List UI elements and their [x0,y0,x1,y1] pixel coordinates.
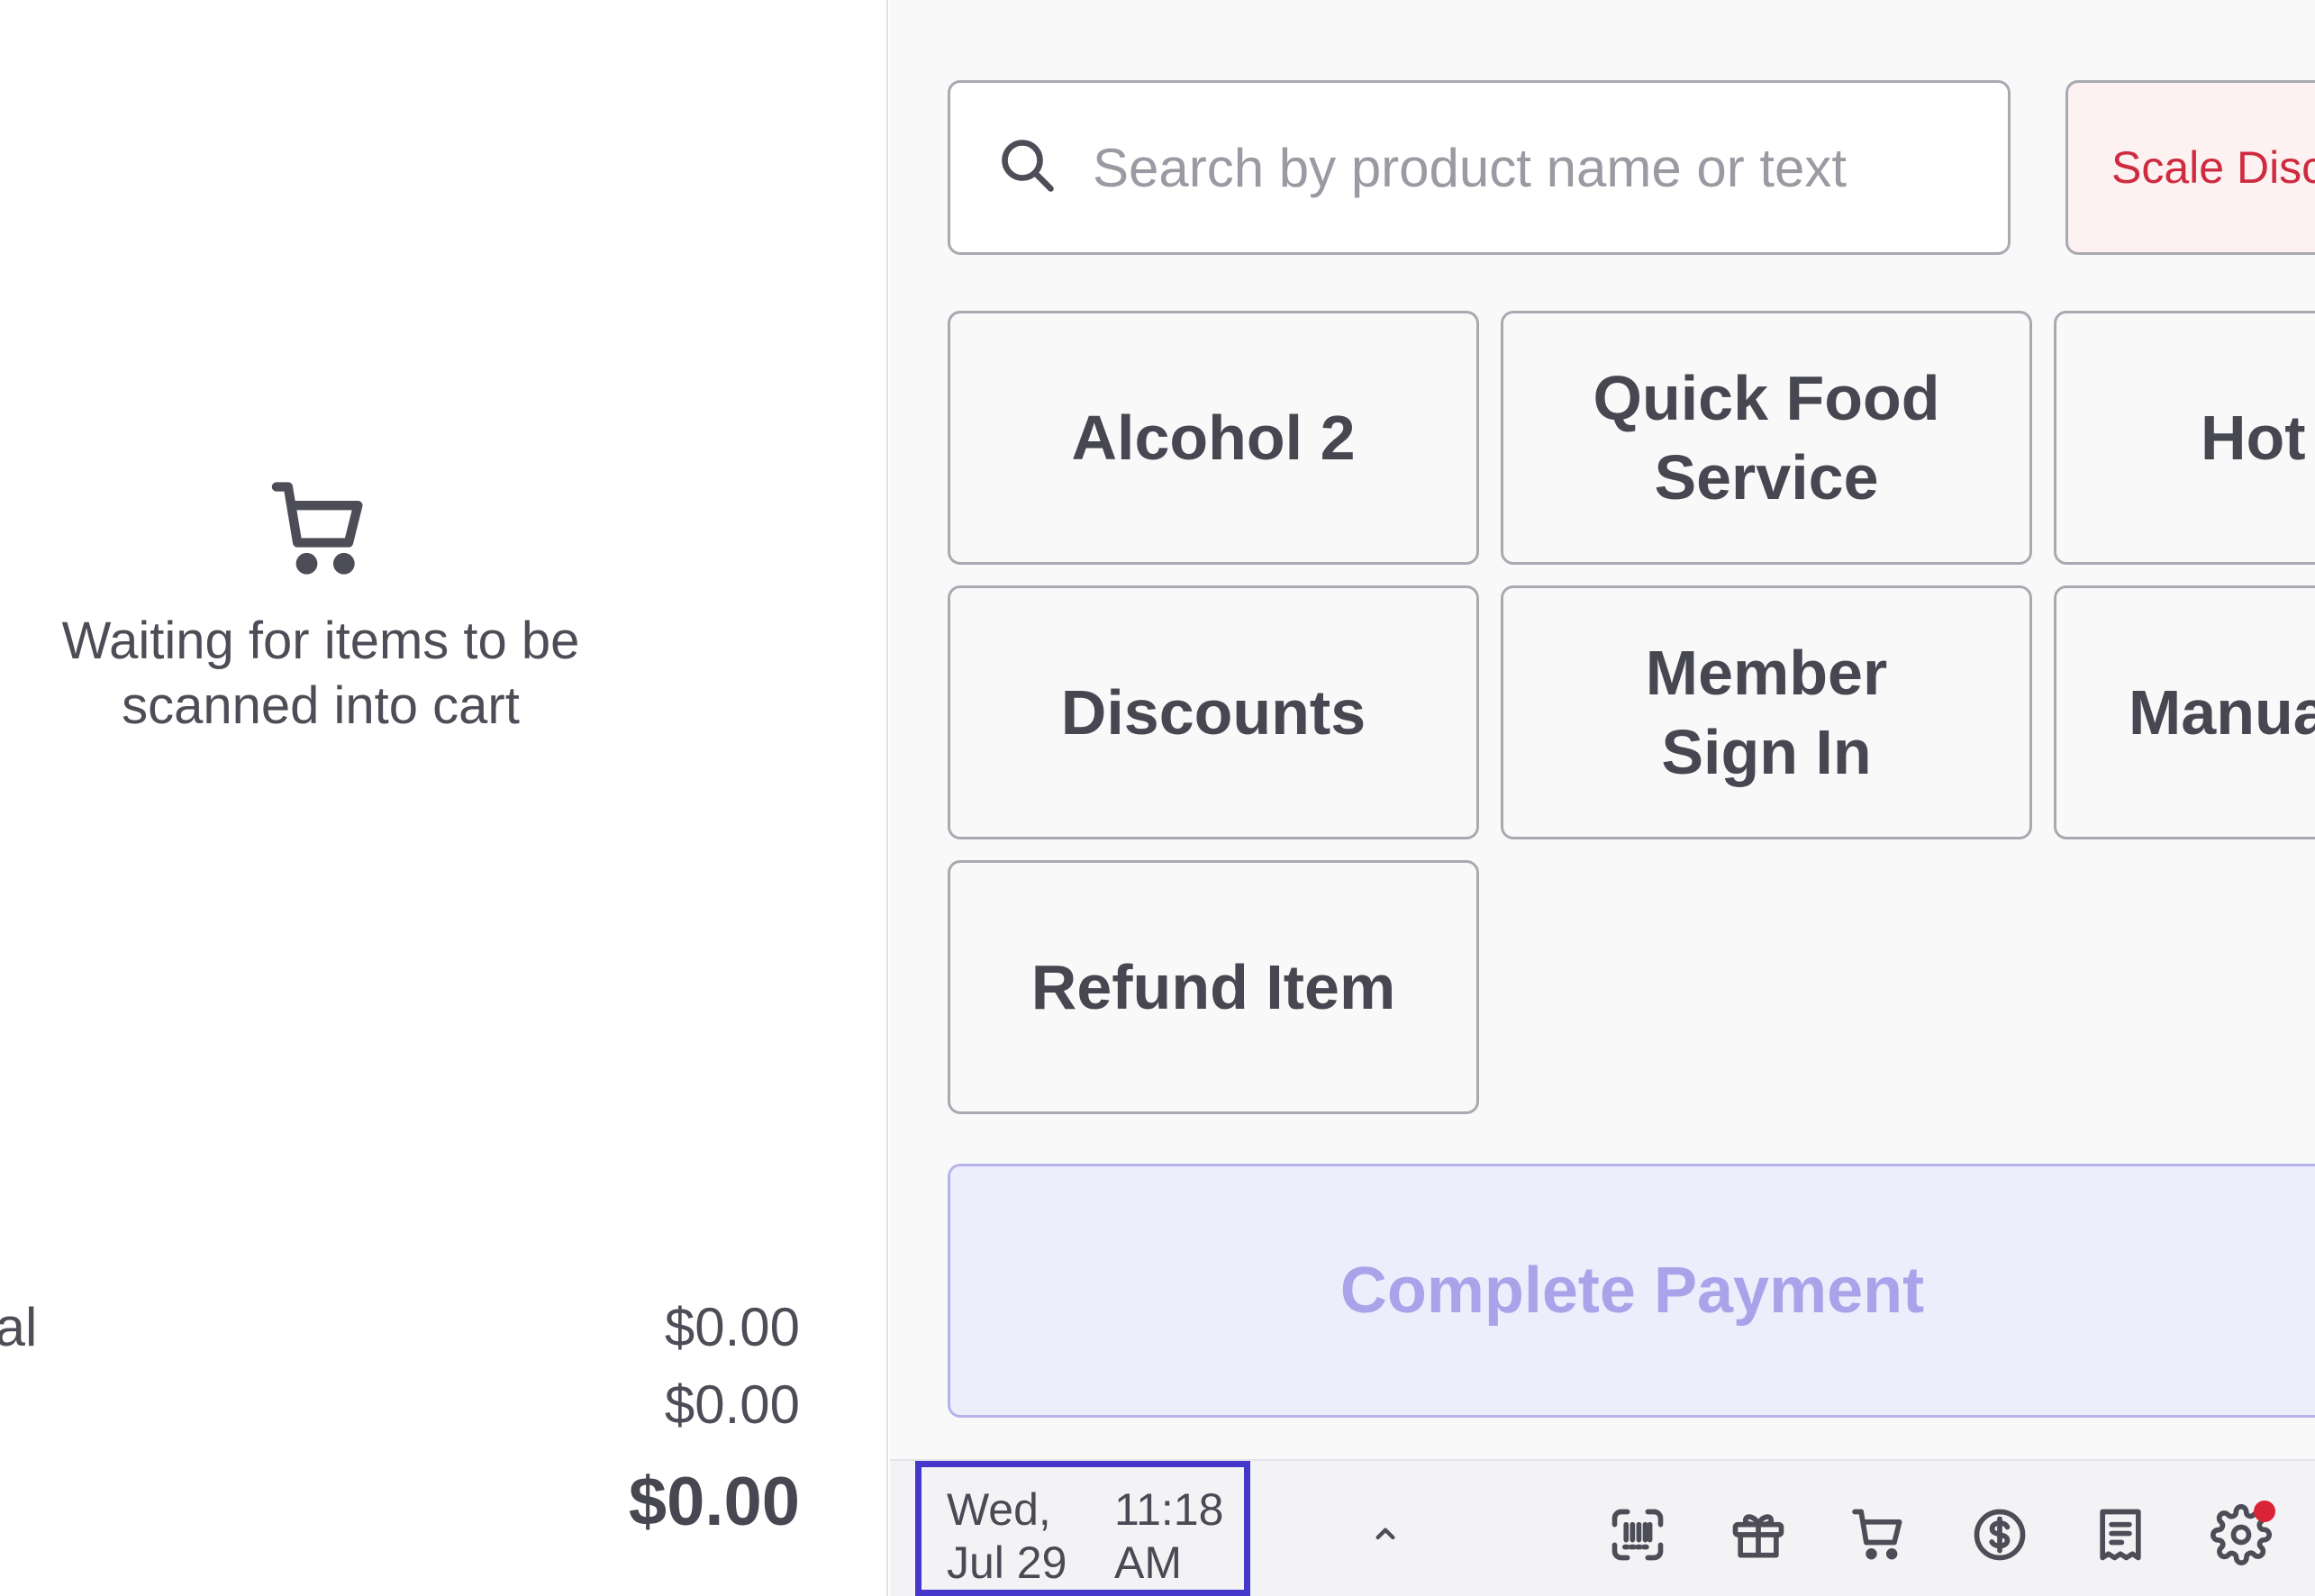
status-bar: Wed, 11:18 Jul 29 AM [890,1459,2315,1596]
totals-row: tal $0.00 [0,1288,800,1365]
date-time-display[interactable]: Wed, 11:18 Jul 29 AM [915,1461,1250,1596]
search-icon [950,133,1060,203]
scale-discount-button[interactable]: Scale Disc [2065,80,2315,255]
refund-item-button[interactable]: Refund Item [948,860,1479,1114]
barcode-scan-icon[interactable] [1607,1504,1668,1565]
discounts-button[interactable]: Discounts [948,585,1479,839]
cart-empty-message: Waiting for items to be scanned into car… [61,612,580,735]
chevron-up-icon[interactable] [1367,1515,1403,1551]
grand-total-row: $0.00 [0,1443,800,1560]
cart-panel: Waiting for items to be scanned into car… [0,0,888,1596]
gear-icon[interactable] [2211,1501,2275,1565]
cart-empty-state: Waiting for items to be scanned into car… [0,473,641,739]
totals-row-label: tal [0,1296,38,1357]
complete-payment-button[interactable]: Complete Payment [948,1164,2315,1418]
day-label: Wed, [947,1484,1051,1535]
dollar-icon[interactable] [1969,1504,2030,1565]
gift-icon[interactable] [1728,1504,1789,1565]
alcohol-2-button[interactable]: Alcohol 2 [948,311,1479,565]
date-label: Jul 29 [947,1537,1067,1588]
register-panel: Scale Disc Alcohol 2 Quick Food Service … [890,0,2315,1596]
manual-button[interactable]: Manua [2054,585,2315,839]
totals-row-value: $0.00 [664,1296,800,1357]
cart-totals: tal $0.00 $0.00 $0.00 [0,1288,800,1560]
search-bar[interactable] [948,80,2011,255]
search-input[interactable] [1093,136,1993,199]
receipt-icon[interactable] [2090,1504,2151,1565]
totals-row-value: $0.00 [664,1374,800,1435]
cart-icon [265,473,377,589]
cart-icon[interactable] [1848,1504,1910,1565]
ampm-label: AM [1114,1537,1182,1588]
notification-dot [2254,1501,2275,1522]
totals-row: $0.00 [0,1365,800,1443]
quick-food-service-button[interactable]: Quick Food Service [1501,311,2032,565]
hot-button[interactable]: Hot [2054,311,2315,565]
time-label: 11:18 [1114,1484,1224,1535]
grand-total-value: $0.00 [628,1463,800,1540]
member-sign-in-button[interactable]: Member Sign In [1501,585,2032,839]
